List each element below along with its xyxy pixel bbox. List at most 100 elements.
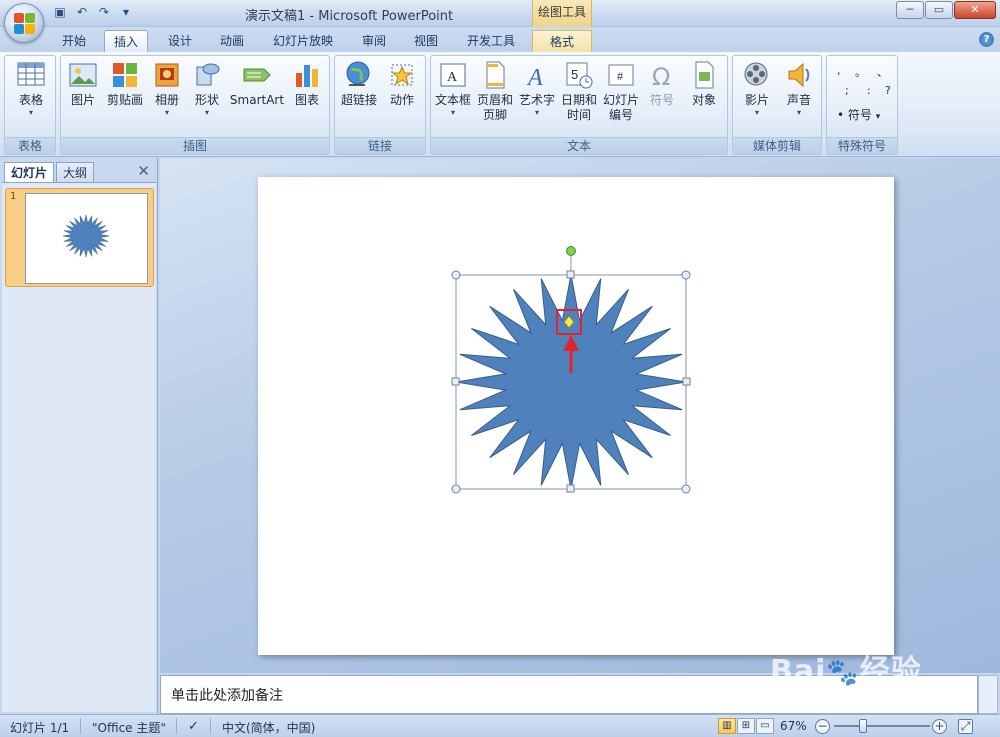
header-footer-button[interactable]: 页眉和 页脚	[475, 59, 515, 123]
symbol-enum-comma[interactable]: 、	[877, 64, 888, 80]
smartart-button[interactable]: SmartArt	[229, 59, 285, 108]
datetime-label-1: 日期和	[560, 93, 597, 107]
baidu-watermark-url: jingyan.baidu.com	[812, 686, 914, 699]
chart-icon	[296, 65, 318, 87]
zoom-level[interactable]: 67%	[780, 719, 807, 733]
symbol-period[interactable]: 。	[855, 64, 866, 80]
help-icon[interactable]: ?	[979, 32, 994, 47]
photo-album-icon	[155, 63, 179, 87]
svg-text:Ω: Ω	[652, 63, 670, 91]
chart-button[interactable]: 图表	[289, 59, 325, 108]
hyperlink-button[interactable]: 超链接	[339, 59, 379, 108]
movie-button[interactable]: 影片 ▾	[737, 59, 777, 118]
tab-view[interactable]: 视图	[404, 30, 448, 52]
symbol-grid: , 。 、 ; : ?	[833, 64, 893, 104]
resize-handle-top-right[interactable]	[681, 270, 691, 280]
symbol-button[interactable]: Ω 符号	[643, 59, 681, 108]
table-button[interactable]: 表格 ▾	[13, 59, 49, 118]
datetime-button[interactable]: 5 日期和 时间	[559, 59, 599, 123]
wordart-label: 艺术字	[518, 93, 555, 107]
office-logo-icon	[14, 13, 36, 35]
rotation-handle[interactable]	[566, 246, 576, 256]
close-button[interactable]: ✕	[954, 1, 996, 19]
slideshow-view-icon[interactable]: ▭	[756, 718, 774, 734]
action-star-icon	[391, 64, 413, 86]
symbol-comma[interactable]: ,	[837, 64, 841, 77]
action-button[interactable]: 动作	[383, 59, 421, 108]
resize-handle-bottom-left[interactable]	[451, 484, 461, 494]
tab-developer[interactable]: 开发工具	[458, 30, 524, 52]
redo-icon[interactable]: ↷	[96, 4, 112, 20]
slide-number-button[interactable]: # 幻灯片 编号	[601, 59, 641, 123]
tab-home[interactable]: 开始	[52, 30, 96, 52]
slide-svg	[451, 246, 691, 494]
sound-button[interactable]: 声音 ▾	[779, 59, 819, 118]
tab-animation[interactable]: 动画	[210, 30, 254, 52]
title-bar: ▣ ↶ ↷ ▾ 演示文稿1 - Microsoft PowerPoint 绘图工…	[0, 0, 1000, 43]
resize-handle-right[interactable]	[682, 377, 691, 386]
star-24-point-shape[interactable]	[455, 274, 687, 490]
spellcheck-icon[interactable]: ✓	[188, 719, 199, 734]
clipart-button[interactable]: 剪贴画	[105, 59, 145, 108]
hyperlink-label: 超链接	[340, 93, 377, 107]
shapes-button[interactable]: 形状 ▾	[189, 59, 225, 118]
slides-panel: 幻灯片 大纲 ✕ 1	[0, 158, 158, 714]
baidu-watermark-logo: Bai🐾经验	[770, 654, 922, 689]
notes-scrollbar[interactable]	[978, 675, 998, 714]
slide-sorter-view-icon[interactable]: ⊞	[737, 718, 755, 734]
shapes-label: 形状	[194, 93, 219, 107]
group-label-table: 表格	[5, 137, 55, 154]
tab-slides[interactable]: 幻灯片	[4, 162, 55, 182]
panel-tabs: 幻灯片 大纲 ✕	[2, 160, 156, 182]
group-label-text: 文本	[431, 137, 727, 154]
undo-icon[interactable]: ↶	[74, 4, 90, 20]
svg-text:A: A	[526, 65, 543, 91]
group-special-symbols: , 。 、 ; : ? • 符号 ▾ 特殊符号	[826, 55, 898, 155]
maximize-button[interactable]: ▭	[925, 1, 953, 19]
tab-slideshow[interactable]: 幻灯片放映	[265, 30, 341, 52]
symbol-special-label: 符号	[847, 108, 872, 122]
minimize-button[interactable]: ─	[896, 1, 924, 19]
album-button[interactable]: 相册 ▾	[149, 59, 185, 118]
picture-icon	[69, 63, 97, 87]
symbol-dropdown-button[interactable]: • 符号 ▾	[837, 106, 880, 123]
zoom-out-icon[interactable]: −	[815, 719, 830, 734]
resize-handle-bottom-right[interactable]	[681, 484, 691, 494]
slide-info: 幻灯片 1/1	[10, 721, 70, 735]
fit-to-window-icon[interactable]: ⤢	[958, 719, 973, 734]
symbol-question[interactable]: ?	[885, 84, 891, 97]
object-button[interactable]: 对象	[685, 59, 723, 108]
resize-handle-top-left[interactable]	[451, 270, 461, 280]
shapes-icon	[196, 63, 220, 86]
resize-handle-left[interactable]	[451, 377, 460, 386]
customize-qat-icon[interactable]: ▾	[118, 4, 134, 20]
wordart-button[interactable]: A 艺术字 ▾	[517, 59, 557, 118]
slide-thumbnail-item[interactable]: 1	[5, 188, 154, 287]
slide-canvas[interactable]	[258, 177, 894, 655]
tab-outline[interactable]: 大纲	[56, 162, 95, 182]
group-table: 表格 ▾ 表格	[4, 55, 56, 155]
header-footer-label-2: 页脚	[482, 108, 507, 122]
close-panel-icon[interactable]: ✕	[137, 163, 150, 179]
dropdown-arrow-icon: ▾	[450, 108, 455, 117]
symbol-colon[interactable]: :	[867, 84, 871, 97]
zoom-slider-thumb[interactable]	[859, 719, 867, 733]
resize-handle-top[interactable]	[566, 270, 575, 279]
textbox-button[interactable]: A 文本框 ▾	[433, 59, 473, 118]
picture-button[interactable]: 图片	[65, 59, 101, 108]
smartart-label: SmartArt	[229, 93, 285, 107]
object-label: 对象	[691, 93, 716, 107]
office-button[interactable]	[4, 3, 44, 43]
normal-view-icon[interactable]: ▥	[718, 718, 736, 734]
tab-insert[interactable]: 插入	[104, 30, 148, 52]
tab-review[interactable]: 审阅	[352, 30, 396, 52]
zoom-slider-track[interactable]	[834, 725, 930, 727]
window-controls: ─ ▭ ✕	[896, 1, 996, 19]
resize-handle-bottom[interactable]	[566, 484, 575, 493]
zoom-in-icon[interactable]: +	[932, 719, 947, 734]
symbol-semicolon[interactable]: ;	[845, 84, 849, 97]
save-icon[interactable]: ▣	[52, 4, 68, 20]
tab-format[interactable]: 格式	[532, 30, 592, 52]
tab-design[interactable]: 设计	[158, 30, 202, 52]
dropdown-arrow-icon: ▾	[875, 112, 881, 122]
